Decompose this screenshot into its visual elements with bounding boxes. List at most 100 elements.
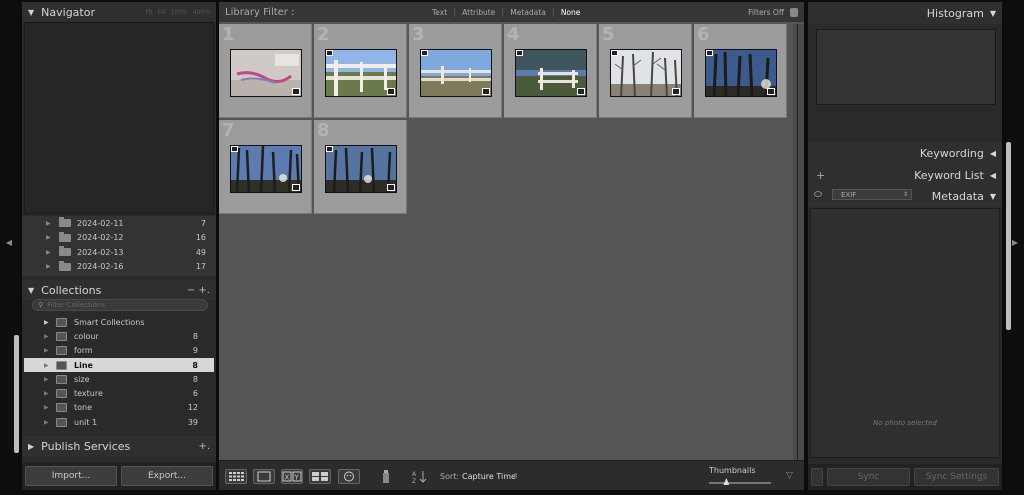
thumbnail-size-slider[interactable]: [709, 478, 771, 485]
sync-button[interactable]: Sync: [826, 468, 910, 486]
expand-arrow-icon[interactable]: ▶: [44, 376, 49, 383]
collection-row[interactable]: ▶ colour 8: [24, 329, 214, 343]
collection-count: 8: [192, 374, 198, 384]
expand-arrow-icon[interactable]: ▶: [46, 220, 51, 227]
sort-direction-button[interactable]: AZ: [409, 469, 433, 485]
navigator-header[interactable]: ▼ Navigator Fit Fill 100% 400%: [22, 2, 216, 22]
folder-icon: [59, 260, 71, 271]
left-panel-scrollbar[interactable]: [14, 335, 19, 453]
collection-row[interactable]: ▶ tone 12: [24, 401, 214, 415]
collection-row-selected[interactable]: ▶ Line 8: [24, 357, 214, 373]
filter-preset-dropdown[interactable]: Filters Off: [748, 8, 784, 17]
folder-row[interactable]: ▶ 2024-02-13 49: [22, 245, 216, 260]
metadata-preset-dropdown[interactable]: EXIF ⇕: [832, 189, 912, 200]
expand-arrow-icon[interactable]: ▶: [46, 234, 51, 241]
publish-add-button[interactable]: +.: [198, 441, 210, 452]
painter-spray-can-icon[interactable]: [381, 469, 393, 484]
expand-arrow-icon[interactable]: ▶: [44, 419, 49, 426]
metadata-panel: No photo selected: [810, 208, 1000, 458]
folder-row[interactable]: ▶ 2024-02-12 16: [22, 231, 216, 246]
expand-arrow-icon[interactable]: ▶: [44, 347, 49, 354]
sort-dropdown-arrow-icon[interactable]: ⇕: [513, 472, 519, 480]
folder-name: 2024-02-13: [77, 247, 124, 257]
photo-edited-badge-icon: [292, 88, 300, 95]
filter-metadata-tab[interactable]: Metadata: [503, 7, 554, 17]
filter-none-tab[interactable]: None: [554, 8, 588, 17]
expand-arrow-icon[interactable]: ▶: [44, 390, 49, 397]
grid-view-button[interactable]: [225, 469, 247, 484]
people-icon: [344, 471, 354, 482]
sort-az-icon: AZ: [412, 471, 427, 485]
collection-row[interactable]: ▶ texture 6: [24, 386, 214, 400]
import-button[interactable]: Import...: [25, 466, 117, 486]
sync-toggle-switch[interactable]: [811, 468, 823, 486]
collections-title: Collections: [41, 283, 102, 297]
navigator-zoom-fit[interactable]: Fit: [146, 9, 153, 16]
thumbnail-cell[interactable]: 4: [504, 24, 597, 118]
cell-index: 4: [507, 24, 520, 45]
thumbnail-cell[interactable]: 1: [219, 24, 312, 118]
eye-icon[interactable]: [814, 191, 822, 197]
left-collapse-arrow-icon[interactable]: ◀: [0, 238, 18, 247]
collection-row[interactable]: ▶ unit 1 39: [24, 415, 214, 429]
histogram-header[interactable]: Histogram ▼: [808, 2, 1002, 24]
cell-index: 7: [222, 120, 235, 141]
expand-arrow-icon[interactable]: ▶: [46, 263, 51, 270]
collection-count: 12: [187, 403, 198, 413]
thumbnail-cell[interactable]: 5: [599, 24, 692, 118]
collection-icon: [56, 417, 67, 427]
publish-services-header[interactable]: ▶ Publish Services +.: [22, 436, 216, 456]
folder-row[interactable]: ▶ 2024-02-11 7: [22, 216, 216, 231]
library-filter-label: Library Filter :: [225, 6, 295, 18]
photo-edited-badge-icon: [292, 184, 300, 191]
filter-attribute-tab[interactable]: Attribute: [455, 7, 504, 17]
collections-header[interactable]: ▼ Collections − +.: [22, 280, 216, 300]
collections-list: ▶ Smart Collections ▶ colour 8 ▶ form 9 ▶ Line…: [24, 315, 214, 429]
collections-search-input[interactable]: ⚲ Filter Collections: [32, 299, 208, 311]
people-view-button[interactable]: [338, 469, 360, 484]
survey-view-button[interactable]: [309, 469, 331, 484]
expand-arrow-icon[interactable]: ▶: [44, 319, 49, 326]
toolbar-menu-chevron-icon[interactable]: ▽: [786, 471, 793, 481]
add-keyword-button[interactable]: +: [816, 169, 825, 182]
collection-name: colour: [74, 331, 99, 341]
thumbnail-cell[interactable]: 3: [409, 24, 502, 118]
sync-settings-button[interactable]: Sync Settings: [913, 468, 999, 486]
sort-dropdown[interactable]: Capture Time: [462, 472, 516, 481]
thumbnail-cell[interactable]: 6: [694, 24, 787, 118]
thumbnail-cell[interactable]: 8: [314, 120, 407, 214]
expand-arrow-icon[interactable]: ▶: [46, 249, 51, 256]
compare-view-button[interactable]: XY: [281, 469, 303, 484]
folder-row[interactable]: ▶ 2024-02-16 17: [22, 260, 216, 275]
grid-scrollbar[interactable]: [793, 24, 804, 460]
navigator-zoom-400[interactable]: 400%: [193, 9, 210, 16]
cell-index: 2: [317, 24, 330, 45]
folder-count: 49: [195, 247, 206, 257]
expand-arrow-icon[interactable]: ▶: [44, 333, 49, 340]
collection-row-smart[interactable]: ▶ Smart Collections: [24, 315, 214, 329]
grid-toolbar: XY AZ Sort: Capture Time ⇕ Thumbnails ▽: [219, 460, 804, 490]
collections-add-remove-button[interactable]: − +.: [187, 285, 210, 296]
collection-row[interactable]: ▶ form 9: [24, 344, 214, 358]
expand-arrow-icon[interactable]: ▶: [44, 362, 49, 369]
keywording-header[interactable]: Keywording ◀: [808, 142, 1002, 164]
lock-icon[interactable]: [790, 7, 798, 17]
thumbnail-cell[interactable]: 7: [219, 120, 312, 214]
navigator-zoom-fill[interactable]: Fill: [158, 9, 166, 16]
collection-row[interactable]: ▶ size 8: [24, 372, 214, 386]
thumbnail-cell[interactable]: 2: [314, 24, 407, 118]
filter-text-tab[interactable]: Text: [425, 7, 456, 17]
navigator-preview[interactable]: [24, 22, 214, 214]
keywording-title: Keywording: [919, 146, 984, 160]
export-button[interactable]: Export...: [121, 466, 213, 486]
collection-icon: [56, 403, 67, 413]
loupe-view-button[interactable]: [253, 469, 275, 484]
folder-icon: [59, 246, 71, 257]
expand-arrow-icon[interactable]: ▶: [44, 404, 49, 411]
slider-knob[interactable]: [723, 478, 730, 485]
keyword-list-header[interactable]: + Keyword List ◀: [808, 164, 1002, 186]
photo-flag-badge-icon: [611, 50, 618, 56]
collection-icon: [56, 374, 67, 384]
right-panel-scrollbar[interactable]: [1006, 142, 1011, 330]
navigator-zoom-100[interactable]: 100%: [171, 9, 188, 16]
